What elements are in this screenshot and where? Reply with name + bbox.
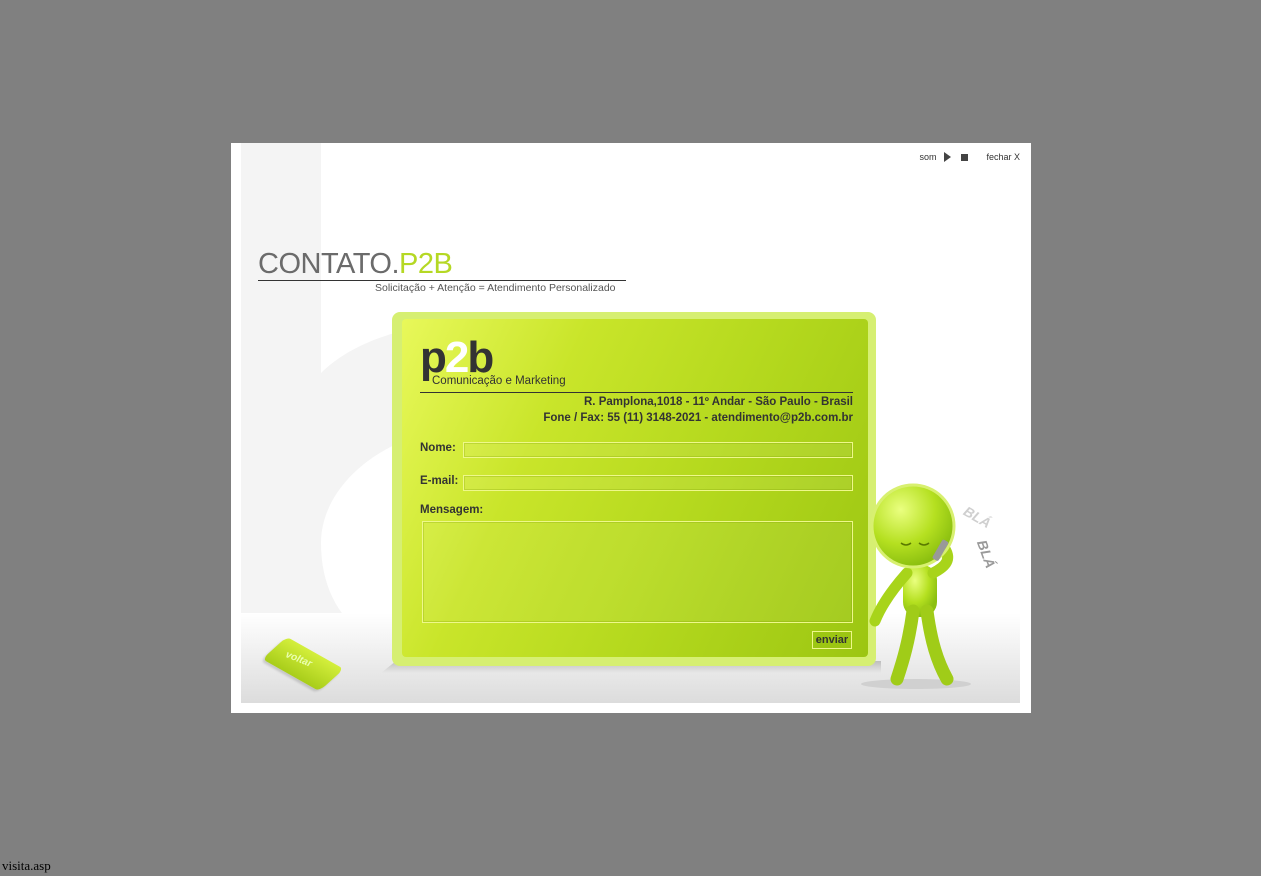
play-icon[interactable]	[944, 152, 952, 162]
status-bar-text: visita.asp	[2, 858, 51, 873]
sound-label: som	[919, 152, 937, 162]
logo-mark: p2b	[420, 336, 494, 380]
name-field[interactable]	[463, 442, 853, 458]
address-divider	[420, 392, 853, 393]
page-title-part2: P2B	[399, 248, 453, 280]
close-button[interactable]: fechar X	[986, 152, 1020, 162]
page-title-part1: CONTATO.	[258, 248, 400, 280]
message-label: Mensagem:	[420, 504, 484, 516]
contact-text: Fone / Fax: 55 (11) 3148-2021 - atendime…	[543, 412, 853, 424]
message-field[interactable]	[422, 521, 853, 623]
mascot-figure	[861, 483, 971, 689]
page-title: CONTATO.P2B	[258, 248, 453, 281]
name-label: Nome:	[420, 442, 456, 454]
page-subtitle: Solicitação + Atenção = Atendimento Pers…	[375, 282, 616, 294]
send-button[interactable]: enviar	[812, 631, 852, 649]
stop-icon[interactable]	[961, 153, 969, 161]
title-underline	[258, 280, 626, 281]
email-field[interactable]	[463, 475, 853, 491]
top-controls: som fechar X	[919, 152, 1020, 162]
p2b-logo: p2b Comunicação e Marketing	[420, 336, 566, 388]
contact-window: som fechar X CONTATO.P2B Solicitação + A…	[231, 143, 1031, 713]
address-text: R. Pamplona,1018 - 11º Andar - São Paulo…	[584, 396, 853, 408]
logo-tagline: Comunicação e Marketing	[432, 375, 566, 387]
email-label: E-mail:	[420, 475, 459, 487]
